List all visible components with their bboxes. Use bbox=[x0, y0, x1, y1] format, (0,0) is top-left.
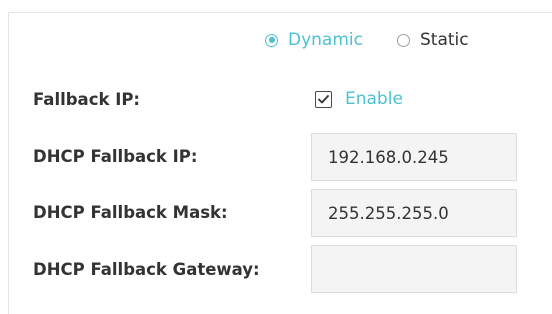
mode-radio-group: Dynamic Static bbox=[265, 30, 469, 50]
radio-label-static: Static bbox=[419, 30, 469, 50]
radio-option-dynamic[interactable]: Dynamic bbox=[265, 30, 363, 50]
dhcp-fallback-mask-input[interactable] bbox=[311, 189, 517, 237]
fallback-ip-enable-checkbox[interactable]: Enable bbox=[315, 89, 403, 109]
fallback-ip-label: Fallback IP: bbox=[33, 90, 141, 109]
enable-label: Enable bbox=[345, 89, 403, 109]
radio-unselected-icon[interactable] bbox=[396, 33, 410, 47]
radio-option-static[interactable]: Static bbox=[396, 30, 469, 50]
checkmark-icon bbox=[318, 94, 329, 103]
dhcp-fallback-ip-label: DHCP Fallback IP: bbox=[33, 147, 198, 166]
dhcp-fallback-mask-label: DHCP Fallback Mask: bbox=[33, 203, 228, 222]
radio-label-dynamic: Dynamic bbox=[288, 30, 363, 50]
checkbox-checked-icon[interactable] bbox=[315, 90, 332, 108]
radio-selected-icon[interactable] bbox=[265, 33, 278, 47]
dhcp-fallback-gateway-input[interactable] bbox=[311, 245, 517, 293]
dhcp-fallback-ip-input[interactable] bbox=[311, 133, 517, 181]
dhcp-fallback-gateway-label: DHCP Fallback Gateway: bbox=[33, 260, 260, 279]
